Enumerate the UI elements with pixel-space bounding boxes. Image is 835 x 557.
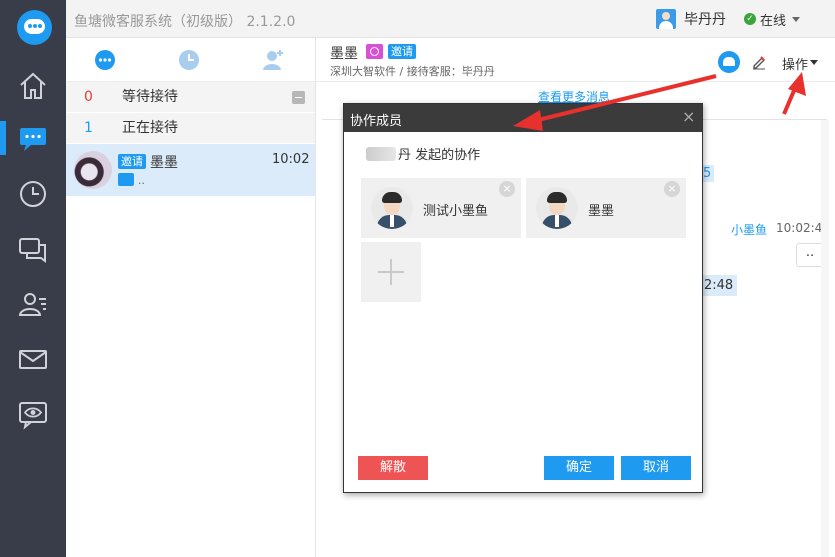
chevron-down-icon[interactable] xyxy=(810,60,818,65)
waiting-count: 0 xyxy=(84,89,93,105)
agent-status-menu[interactable]: 毕丹丹 ✓ 在线 xyxy=(656,9,801,29)
message-sender: 小墨鱼 xyxy=(731,223,768,237)
app-title: 鱼塘微客服系统（初级版） 2.1.2.0 xyxy=(74,14,296,30)
remove-member-icon[interactable]: × xyxy=(499,181,515,197)
cancel-button[interactable]: 取消 xyxy=(621,456,691,480)
session-list-panel: 0 等待接待 1 正在接待 邀请 墨墨 10:02 .. xyxy=(66,38,316,557)
member-card[interactable]: 墨墨 × xyxy=(526,178,686,238)
session-preview: .. xyxy=(138,174,145,187)
invite-badge: 邀请 xyxy=(118,154,146,169)
add-member-button[interactable] xyxy=(361,242,421,302)
chevron-down-icon[interactable] xyxy=(792,16,801,22)
wechat-source-icon xyxy=(366,44,383,59)
member-avatar xyxy=(371,187,413,229)
message-fragment-time: 2:48 xyxy=(700,275,738,296)
serving-queue-row[interactable]: 1 正在接待 xyxy=(66,113,315,143)
session-item[interactable]: 邀请 墨墨 10:02 .. xyxy=(66,144,315,196)
blurred-name xyxy=(366,146,396,161)
tab-current-sessions-icon[interactable] xyxy=(93,48,117,72)
close-icon[interactable]: × xyxy=(682,109,695,125)
member-card[interactable]: 测试小墨鱼 × xyxy=(361,178,521,238)
title-bar: 鱼塘微客服系统（初级版） 2.1.2.0 毕丹丹 ✓ 在线 xyxy=(66,0,835,38)
operations-menu-button[interactable]: 操作 xyxy=(782,54,808,73)
online-status[interactable]: 在线 xyxy=(760,10,786,29)
serving-count: 1 xyxy=(84,120,93,136)
nav-rail xyxy=(0,0,66,557)
collaboration-members-dialog: 协作成员 × 丹 发起的协作 测试小墨鱼 × 墨墨 × 解散 确定 取消 xyxy=(343,103,703,493)
monitor-eye-icon[interactable] xyxy=(0,389,66,439)
app-logo-icon xyxy=(17,10,52,45)
chat-scrollbar[interactable] xyxy=(821,120,829,557)
tab-history-icon[interactable] xyxy=(177,48,201,72)
home-icon[interactable] xyxy=(0,61,66,111)
session-customer-name: 墨墨 xyxy=(150,155,178,171)
customer-avatar xyxy=(74,151,112,189)
collaboration-icon xyxy=(118,173,134,186)
session-tabs xyxy=(66,38,315,82)
messages-icon[interactable] xyxy=(0,224,66,274)
dialog-header: 协作成员 × xyxy=(344,104,702,132)
edit-pen-icon[interactable] xyxy=(751,54,767,70)
tab-visitors-icon[interactable] xyxy=(261,48,285,72)
collapse-icon[interactable] xyxy=(292,91,305,104)
waiting-queue-row[interactable]: 0 等待接待 xyxy=(66,82,315,112)
message-bubble: .. xyxy=(796,243,824,267)
chat-header: 墨墨 邀请 深圳大智软件 / 接待客服：毕丹丹 操作 xyxy=(316,38,835,82)
history-clock-icon[interactable] xyxy=(0,169,66,219)
chat-customer-name: 墨墨 xyxy=(330,46,358,62)
waiting-label: 等待接待 xyxy=(122,89,178,105)
remove-member-icon[interactable]: × xyxy=(664,181,680,197)
chat-meta: 深圳大智软件 / 接待客服：毕丹丹 xyxy=(330,65,495,78)
collaborators-icon[interactable] xyxy=(718,51,740,73)
chat-invite-badge: 邀请 xyxy=(388,44,416,59)
online-check-icon: ✓ xyxy=(744,13,756,25)
initiator-line: 丹 发起的协作 xyxy=(366,144,480,163)
contacts-icon[interactable] xyxy=(0,279,66,329)
confirm-button[interactable]: 确定 xyxy=(544,456,614,480)
member-name: 墨墨 xyxy=(588,204,615,219)
dialog-title: 协作成员 xyxy=(350,114,403,129)
session-time: 10:02 xyxy=(272,152,310,167)
chat-icon[interactable] xyxy=(0,113,66,163)
initiator-text: 丹 发起的协作 xyxy=(398,148,481,163)
mail-icon[interactable] xyxy=(0,334,66,384)
member-name: 测试小墨鱼 xyxy=(423,204,489,219)
member-avatar xyxy=(536,187,578,229)
dismiss-button[interactable]: 解散 xyxy=(358,456,428,480)
agent-name: 毕丹丹 xyxy=(684,12,726,28)
agent-avatar xyxy=(656,9,676,29)
serving-label: 正在接待 xyxy=(122,120,178,136)
